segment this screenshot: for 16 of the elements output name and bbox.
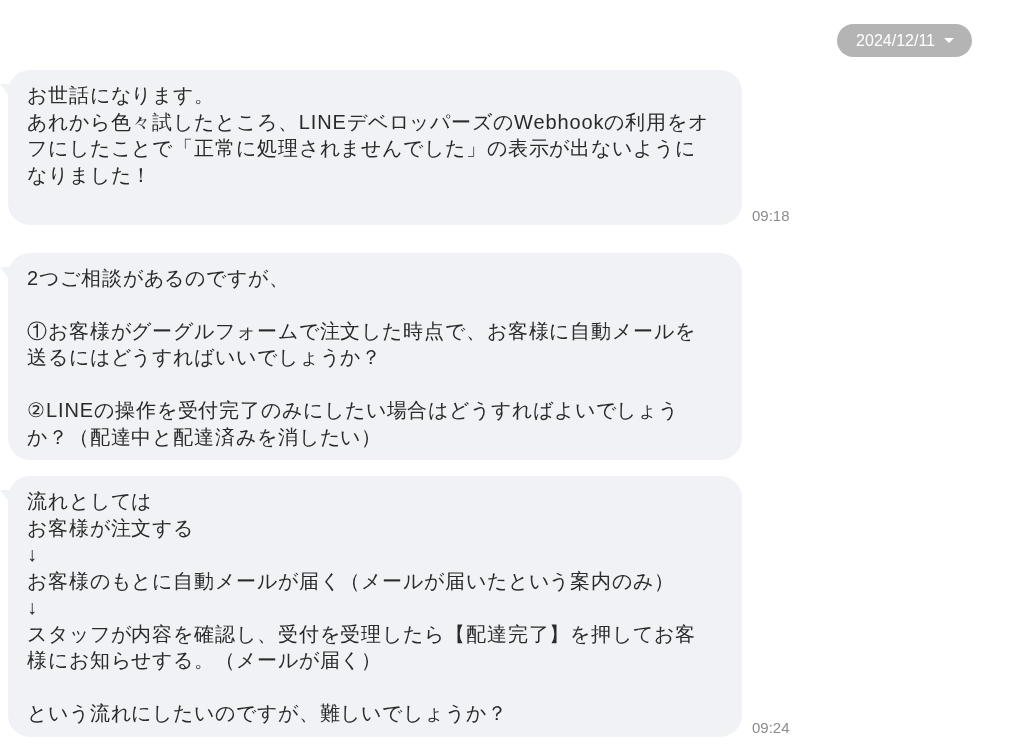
message-text: ①お客様がグーグルフォームで注文した時点で、お客様に自動メールを送るにはどうすればいいでしょうか？ (27, 318, 697, 370)
message-text: という流れにしたいのですが、難しいでしょうか？ (27, 701, 509, 726)
message-text: お世話になります。 (27, 83, 217, 108)
message-text: お客様のもとに自動メールが届く（メールが届いたという案内のみ） (27, 568, 676, 594)
message-text: ↓ (27, 595, 39, 620)
caret-icon (944, 38, 954, 43)
message-text: 2つご相談があるのですが、 (27, 265, 291, 291)
message-text: お客様が注文する (27, 515, 196, 541)
message-text: あれから色々試したところ、LINEデベロッパーズのWebhookの利用をオフにしたことで「正常に処理されませんでした」の表示が出ないようになりました！ (27, 109, 710, 188)
message-time: 09:24 (752, 718, 790, 736)
message-text: 流れとしては (27, 489, 154, 514)
date-selector[interactable]: 2024/12/11 (837, 24, 972, 57)
message-text: スタッフが内容を確認し、受付を受理したら【配達完了】を押してお客様にお知らせする。（メールが届く） (27, 621, 697, 673)
message-text: ↓ (27, 542, 39, 567)
message-text: ②LINEの操作を受付完了のみにしたい場合はどうすればよいでしょうか？（配達中と配達済みを消したい） (27, 398, 681, 450)
message-time: 09:18 (752, 206, 790, 224)
